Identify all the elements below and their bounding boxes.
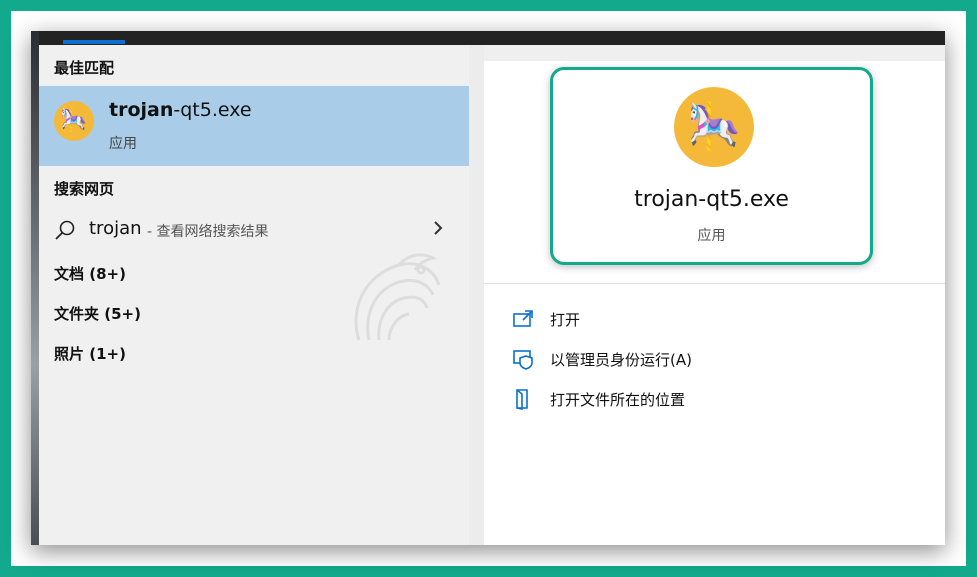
rocking-horse-icon: 🎠 xyxy=(674,87,754,167)
detail-divider xyxy=(484,283,945,284)
best-match-name-bold: trojan xyxy=(109,99,174,121)
action-run-as-admin[interactable]: 以管理员身份运行(A) xyxy=(512,345,692,373)
action-open-file-location[interactable]: 打开文件所在的位置 xyxy=(512,385,685,413)
rocking-horse-icon: 🎠 xyxy=(54,101,94,141)
app-preview-card: 🎠 trojan-qt5.exe 应用 xyxy=(550,67,873,265)
action-run-as-admin-label: 以管理员身份运行(A) xyxy=(550,350,692,369)
top-bar xyxy=(39,31,945,45)
results-pane: 最佳匹配 🎠 trojan-qt5.exe 应用 搜索网页 trojan - 查… xyxy=(39,45,469,545)
category-documents[interactable]: 文档 (8+) xyxy=(54,263,126,284)
right-pane-top xyxy=(484,45,945,61)
pane-gap xyxy=(469,45,484,545)
category-folders[interactable]: 文件夹 (5+) xyxy=(54,303,141,324)
best-match-header: 最佳匹配 xyxy=(54,59,115,77)
category-photos[interactable]: 照片 (1+) xyxy=(54,343,126,364)
best-match-item[interactable]: 🎠 trojan-qt5.exe 应用 xyxy=(39,86,469,166)
desktop-background-strip xyxy=(31,31,39,545)
active-tab-indicator[interactable] xyxy=(63,40,125,44)
admin-shield-icon xyxy=(513,350,533,370)
action-open-file-location-label: 打开文件所在的位置 xyxy=(550,390,686,409)
open-icon xyxy=(513,310,533,327)
web-search-hint: - 查看网络搜索结果 xyxy=(147,224,269,240)
web-search-header: 搜索网页 xyxy=(54,180,115,198)
web-search-query: trojan xyxy=(89,218,142,239)
action-open-label: 打开 xyxy=(550,310,581,329)
app-type: 应用 xyxy=(697,228,726,244)
best-match-name-rest: -qt5.exe xyxy=(173,99,252,121)
eagle-watermark-icon xyxy=(354,253,441,341)
search-icon xyxy=(55,220,75,240)
file-location-icon xyxy=(516,389,528,410)
app-title: trojan-qt5.exe xyxy=(634,187,789,212)
best-match-name: trojan-qt5.exe xyxy=(109,99,252,121)
best-match-type: 应用 xyxy=(109,136,137,152)
action-open[interactable]: 打开 xyxy=(512,305,580,333)
chevron-right-icon[interactable] xyxy=(431,219,445,237)
